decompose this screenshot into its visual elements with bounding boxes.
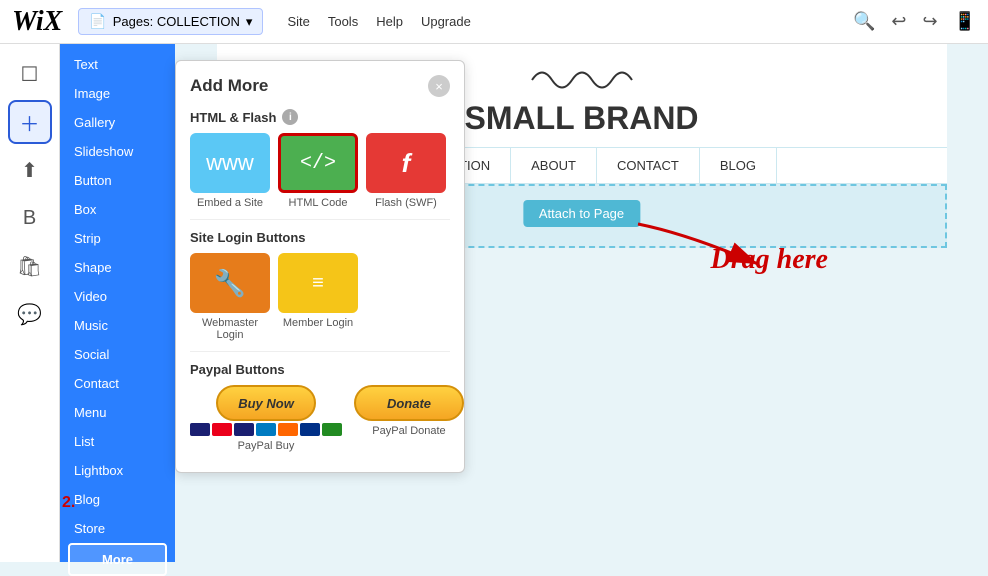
webmaster-login-box[interactable]: 🔧 <box>190 253 270 313</box>
menu-blog[interactable]: Blog <box>60 485 175 514</box>
close-button[interactable]: × <box>428 75 450 97</box>
top-bar: WiX 📄 Pages: COLLECTION ▾ Site Tools Hel… <box>0 0 988 44</box>
sidebar-page-icon[interactable]: ☐ <box>8 52 52 96</box>
visa-icon <box>190 423 210 436</box>
page-icon: 📄 <box>89 13 106 30</box>
card-icons <box>190 423 342 436</box>
paypal-items: Buy Now PayPal Buy Donate PayPal Donate <box>190 385 450 452</box>
nav-site[interactable]: Site <box>287 14 309 29</box>
webmaster-login-label: Webmaster Login <box>190 317 270 341</box>
paypal-buy-btn[interactable]: Buy Now <box>216 385 316 421</box>
embed-site-label: Embed a Site <box>197 197 263 209</box>
menu-image[interactable]: Image <box>60 79 175 108</box>
paypal-donate-label: PayPal Donate <box>372 425 445 437</box>
menu-slideshow[interactable]: Slideshow <box>60 137 175 166</box>
html-flash-section: HTML & Flash i <box>190 109 450 125</box>
chevron-down-icon: ▾ <box>246 14 253 30</box>
menu-music[interactable]: Music <box>60 311 175 340</box>
html-code-label: HTML Code <box>289 197 348 209</box>
menu-store[interactable]: Store <box>60 514 175 543</box>
search-icon[interactable]: 🔍 <box>853 11 875 32</box>
sidebar-upload-icon[interactable]: ⬆ <box>8 148 52 192</box>
nav-tools[interactable]: Tools <box>328 14 358 29</box>
element-menu: Text Image Gallery Slideshow Button Box … <box>60 44 175 562</box>
echeck-icon <box>322 423 342 436</box>
step-2-label: 2. <box>62 494 75 512</box>
panel-title: Add More <box>190 76 268 96</box>
nav-upgrade[interactable]: Upgrade <box>421 14 471 29</box>
menu-more[interactable]: More <box>68 543 167 576</box>
redo-icon[interactable]: ↪ <box>922 11 937 32</box>
menu-lightbox[interactable]: Lightbox <box>60 456 175 485</box>
menu-social[interactable]: Social <box>60 340 175 369</box>
sidebar-chat-icon[interactable]: 💬 <box>8 292 52 336</box>
embed-site-item[interactable]: www Embed a Site <box>190 133 270 209</box>
nav-blog[interactable]: BLOG <box>700 148 777 183</box>
menu-gallery[interactable]: Gallery <box>60 108 175 137</box>
drag-here-label: Drag here <box>711 244 828 276</box>
sidebar-store-icon[interactable]: 🛍 <box>8 244 52 288</box>
embed-icon: www <box>206 150 254 176</box>
menu-button[interactable]: Button <box>60 166 175 195</box>
html-code-item[interactable]: </> HTML Code <box>278 133 358 209</box>
menu-text[interactable]: Text <box>60 50 175 79</box>
info-icon[interactable]: i <box>282 109 298 125</box>
flash-item[interactable]: f Flash (SWF) <box>366 133 446 209</box>
webmaster-login-item[interactable]: 🔧 Webmaster Login <box>190 253 270 341</box>
paypal-donate-btn[interactable]: Donate <box>354 385 464 421</box>
member-login-item[interactable]: ≡ Member Login <box>278 253 358 341</box>
topbar-right: 🔍 ↩ ↪ 📱 <box>853 11 976 32</box>
nav-help[interactable]: Help <box>376 14 403 29</box>
sidebar-blog-icon[interactable]: B <box>8 196 52 240</box>
login-items: 🔧 Webmaster Login ≡ Member Login <box>190 253 450 341</box>
member-login-label: Member Login <box>283 317 353 329</box>
menu-contact[interactable]: Contact <box>60 369 175 398</box>
panel-header: Add More × <box>190 75 450 97</box>
add-more-panel: Add More × HTML & Flash i www Embed a Si… <box>175 60 465 473</box>
menu-menu[interactable]: Menu <box>60 398 175 427</box>
html-code-box[interactable]: </> <box>278 133 358 193</box>
topbar-nav: Site Tools Help Upgrade <box>287 14 470 29</box>
member-icon: ≡ <box>312 272 324 295</box>
menu-list[interactable]: List <box>60 427 175 456</box>
mobile-icon[interactable]: 📱 <box>954 11 976 32</box>
discover-icon <box>278 423 298 436</box>
undo-icon[interactable]: ↩ <box>891 11 906 32</box>
menu-shape[interactable]: Shape <box>60 253 175 282</box>
wix-logo: WiX <box>12 6 62 38</box>
mastercard-icon <box>212 423 232 436</box>
site-login-section: Site Login Buttons <box>190 230 450 245</box>
menu-box[interactable]: Box <box>60 195 175 224</box>
html-flash-items: www Embed a Site </> HTML Code f Flash (… <box>190 133 450 209</box>
amex-icon <box>256 423 276 436</box>
embed-site-box[interactable]: www <box>190 133 270 193</box>
nav-contact[interactable]: CONTACT <box>597 148 700 183</box>
pages-tab[interactable]: 📄 Pages: COLLECTION ▾ <box>78 8 263 35</box>
flash-box[interactable]: f <box>366 133 446 193</box>
paypal-buy-item[interactable]: Buy Now PayPal Buy <box>190 385 342 452</box>
visa2-icon <box>234 423 254 436</box>
left-sidebar: ☐ ＋ ⬆ B 🛍 💬 <box>0 44 60 562</box>
paypal-card-icon <box>300 423 320 436</box>
flash-label: Flash (SWF) <box>375 197 437 209</box>
wrench-icon: 🔧 <box>214 268 246 299</box>
paypal-section: Paypal Buttons <box>190 362 450 377</box>
menu-strip[interactable]: Strip <box>60 224 175 253</box>
menu-video[interactable]: Video <box>60 282 175 311</box>
nav-about[interactable]: ABOUT <box>511 148 597 183</box>
sidebar-add-icon[interactable]: ＋ <box>8 100 52 144</box>
html-icon: </> <box>300 152 336 175</box>
pages-label: Pages: COLLECTION <box>113 14 240 29</box>
member-login-box[interactable]: ≡ <box>278 253 358 313</box>
paypal-buy-label: PayPal Buy <box>238 440 295 452</box>
paypal-donate-item[interactable]: Donate PayPal Donate <box>354 385 464 452</box>
flash-icon: f <box>402 148 411 179</box>
